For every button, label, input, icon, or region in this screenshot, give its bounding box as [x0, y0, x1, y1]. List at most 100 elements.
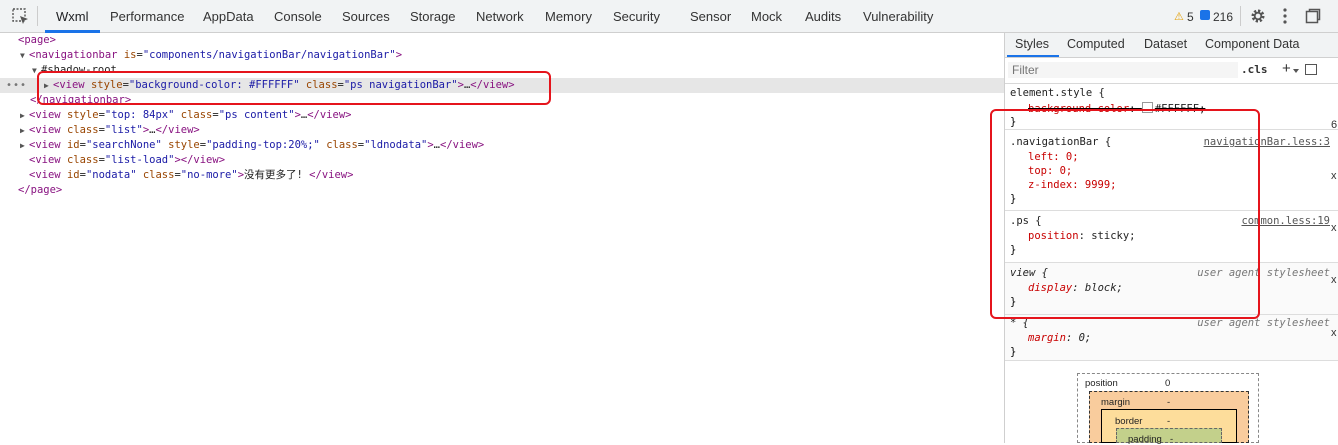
attr-name: style: [66, 109, 99, 121]
property-value[interactable]: 0;: [1079, 332, 1092, 344]
devtools-tab-bar: Wxml Performance AppData Console Sources…: [0, 0, 1338, 33]
style-rule-universal-ua[interactable]: * { user agent stylesheet margin: 0; }: [1005, 315, 1338, 361]
toggle-sidebar-icon[interactable]: [1305, 64, 1317, 75]
attr-name: class: [66, 154, 99, 166]
clipped-edge-text: 6: [1331, 119, 1338, 131]
clipped-edge-text: x: [1331, 170, 1337, 182]
attr-name: class: [142, 169, 175, 181]
cls-toggle-button[interactable]: .cls: [1241, 63, 1268, 76]
tab-sensor[interactable]: Sensor: [690, 9, 731, 24]
tree-node-view-list-load[interactable]: <view class="list-load"></view>: [0, 153, 1004, 168]
highlight-annotation-box: [990, 109, 1260, 319]
attr-name: class: [326, 139, 358, 151]
rule-selector: element.style {: [1010, 87, 1105, 99]
tab-audits[interactable]: Audits: [805, 9, 841, 24]
closing-tag: </view>: [155, 124, 200, 136]
attr-value: "components/navigationBar/navigationBar": [142, 49, 396, 61]
attr-value: "top: 84px": [104, 109, 175, 121]
closing-tag: </view>: [440, 139, 485, 151]
attr-name: id: [66, 169, 80, 181]
tab-component-data[interactable]: Component Data: [1205, 37, 1300, 51]
highlight-annotation-box: [37, 71, 551, 105]
box-model-margin-value[interactable]: -: [1167, 397, 1170, 408]
tab-wxml[interactable]: Wxml: [56, 9, 89, 24]
clipped-edge-text: x: [1331, 327, 1337, 339]
closing-tag: </view>: [309, 169, 354, 181]
message-count[interactable]: 216: [1213, 10, 1233, 24]
closing-tag: </view>: [307, 109, 352, 121]
tab-security[interactable]: Security: [613, 9, 660, 24]
node-text-content: 没有更多了!: [244, 169, 310, 181]
closing-tag: </page>: [18, 184, 63, 196]
tab-appdata[interactable]: AppData: [203, 9, 254, 24]
tab-storage[interactable]: Storage: [410, 9, 456, 24]
tree-node-page-close[interactable]: </page>: [0, 183, 1004, 198]
collapsed-triangle-icon[interactable]: ▶: [20, 108, 29, 123]
toolbar-divider: [1240, 6, 1241, 26]
inspect-element-icon[interactable]: [12, 8, 30, 26]
attr-value: "padding-top:20%;": [206, 139, 320, 151]
box-model-diagram: position 0 margin - border - padding -: [1005, 363, 1338, 445]
box-model-border-value[interactable]: -: [1167, 416, 1170, 427]
attr-value: "ldnodata": [364, 139, 428, 151]
tree-node-view-list[interactable]: ▶ <view class="list">…</view>: [0, 123, 1004, 138]
sidebar-tab-bar: Styles Computed Dataset Component Data: [1005, 33, 1338, 58]
tree-node-view-content[interactable]: ▶ <view style="top: 84px" class="ps conte…: [0, 108, 1004, 123]
tree-node-page[interactable]: <page>: [0, 33, 1004, 48]
gear-icon[interactable]: [1250, 8, 1266, 24]
tab-computed[interactable]: Computed: [1067, 37, 1125, 51]
active-tab-indicator: [1007, 55, 1059, 57]
closing-tag: </view>: [180, 154, 226, 166]
message-icon[interactable]: [1200, 10, 1210, 20]
tag-name: view: [35, 139, 61, 151]
chevron-down-icon[interactable]: [1293, 69, 1299, 73]
tag-name: view: [35, 109, 61, 121]
attr-name: is: [123, 49, 137, 61]
attr-value: "searchNone": [85, 139, 162, 151]
tag-name: navigationbar: [35, 49, 118, 61]
attr-value: "list": [104, 124, 143, 136]
attr-name: class: [66, 124, 99, 136]
tab-memory[interactable]: Memory: [545, 9, 592, 24]
more-actions-icon[interactable]: •••: [6, 78, 27, 93]
tree-node-view-searchnone[interactable]: ▶ <view id="searchNone" style="padding-to…: [0, 138, 1004, 153]
tab-performance[interactable]: Performance: [110, 9, 184, 24]
more-options-icon[interactable]: [1283, 7, 1287, 25]
dock-side-icon[interactable]: [1305, 8, 1321, 24]
attr-value: "list-load": [104, 154, 175, 166]
tag-name: view: [35, 124, 61, 136]
clipped-edge-text: x: [1331, 274, 1337, 286]
filter-toolbar: .cls +: [1005, 59, 1338, 84]
tab-vulnerability[interactable]: Vulnerability: [863, 9, 933, 24]
attr-name: class: [180, 109, 213, 121]
warning-icon[interactable]: ⚠: [1174, 10, 1184, 23]
box-model-margin-label: margin: [1101, 397, 1131, 408]
tab-network[interactable]: Network: [476, 9, 524, 24]
tab-mock[interactable]: Mock: [751, 9, 782, 24]
tree-node-view-nodata[interactable]: <view id="nodata" class="no-more">没有更多了!…: [0, 168, 1004, 183]
box-model-position-value[interactable]: 0: [1165, 378, 1170, 389]
property-name[interactable]: margin: [1028, 332, 1066, 344]
clipped-edge-text: x: [1331, 222, 1337, 234]
warning-count[interactable]: 5: [1187, 10, 1194, 24]
toolbar-divider: [37, 6, 38, 26]
tab-sources[interactable]: Sources: [342, 9, 390, 24]
tree-node-navigationbar[interactable]: ▼ <navigationbar is="components/navigatio…: [0, 48, 1004, 63]
add-rule-icon[interactable]: +: [1282, 60, 1291, 77]
attr-name: id: [66, 139, 80, 151]
attr-value: "ps content": [218, 109, 295, 121]
rule-close-brace: }: [1010, 346, 1017, 358]
collapsed-triangle-icon[interactable]: ▶: [20, 123, 29, 138]
collapsed-triangle-icon[interactable]: ▶: [20, 138, 29, 153]
attr-value: "no-more": [180, 169, 238, 181]
expand-triangle-icon[interactable]: ▼: [20, 48, 29, 63]
tab-dataset[interactable]: Dataset: [1144, 37, 1187, 51]
attr-value: "nodata": [85, 169, 137, 181]
box-model-border-label: border: [1115, 416, 1143, 427]
box-model-position-label: position: [1085, 378, 1118, 389]
filter-input[interactable]: [1008, 62, 1238, 78]
tab-styles[interactable]: Styles: [1015, 37, 1049, 51]
box-model-padding-value[interactable]: -: [1170, 434, 1173, 445]
tag-name: page: [24, 34, 50, 46]
tab-console[interactable]: Console: [274, 9, 322, 24]
